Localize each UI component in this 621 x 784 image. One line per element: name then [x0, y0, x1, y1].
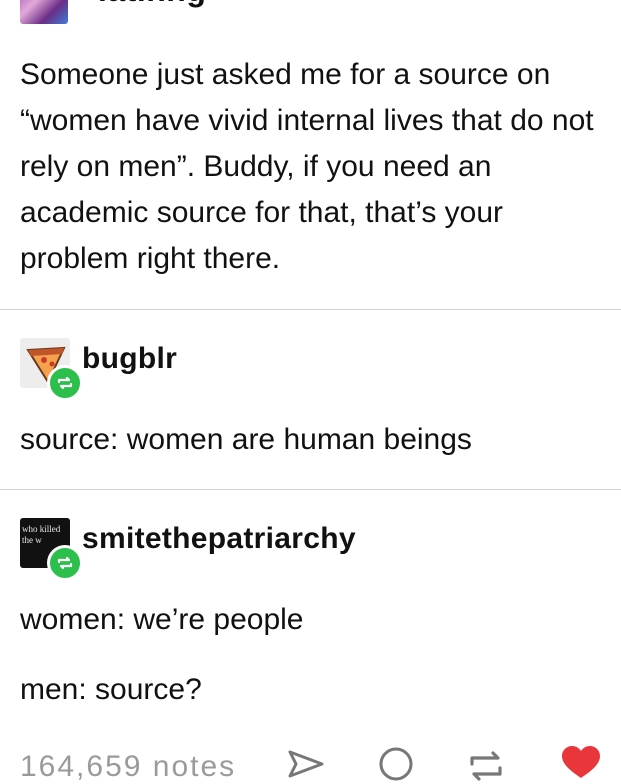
reblog-header-bugblr: bugblr: [20, 338, 177, 401]
reblog-icon: [57, 376, 73, 390]
original-post-username[interactable]: latinng: [98, 0, 206, 9]
post-footer: 164,659 notes: [0, 742, 621, 784]
reblog-username[interactable]: bugblr: [82, 342, 177, 376]
user-avatar[interactable]: [20, 338, 83, 401]
reblog-line: men: source?: [20, 673, 202, 706]
reblog-icon: [57, 556, 73, 570]
share-icon[interactable]: [286, 742, 326, 782]
reblog-badge: [47, 365, 83, 401]
reblog-username[interactable]: smitethepatriarchy: [82, 522, 356, 556]
reblog-header-smitethepatriarchy: who killed the w smitethepatriarchy: [20, 518, 356, 581]
reblog-text: source: women are human beings: [20, 423, 472, 456]
divider: [0, 309, 621, 310]
original-post-header: [20, 0, 68, 24]
like-heart-icon[interactable]: [558, 742, 604, 782]
reblog-icon[interactable]: [466, 742, 506, 782]
original-post-text: Someone just asked me for a source on “w…: [20, 58, 594, 275]
reply-icon[interactable]: [376, 742, 416, 782]
notes-count[interactable]: 164,659 notes: [20, 750, 236, 784]
user-avatar[interactable]: [20, 0, 68, 24]
reblog-line: women: we’re people: [20, 603, 304, 636]
user-avatar[interactable]: who killed the w: [20, 518, 83, 581]
avatar-text: who killed the w: [22, 524, 61, 545]
divider: [0, 489, 621, 490]
reblog-badge: [47, 545, 83, 581]
